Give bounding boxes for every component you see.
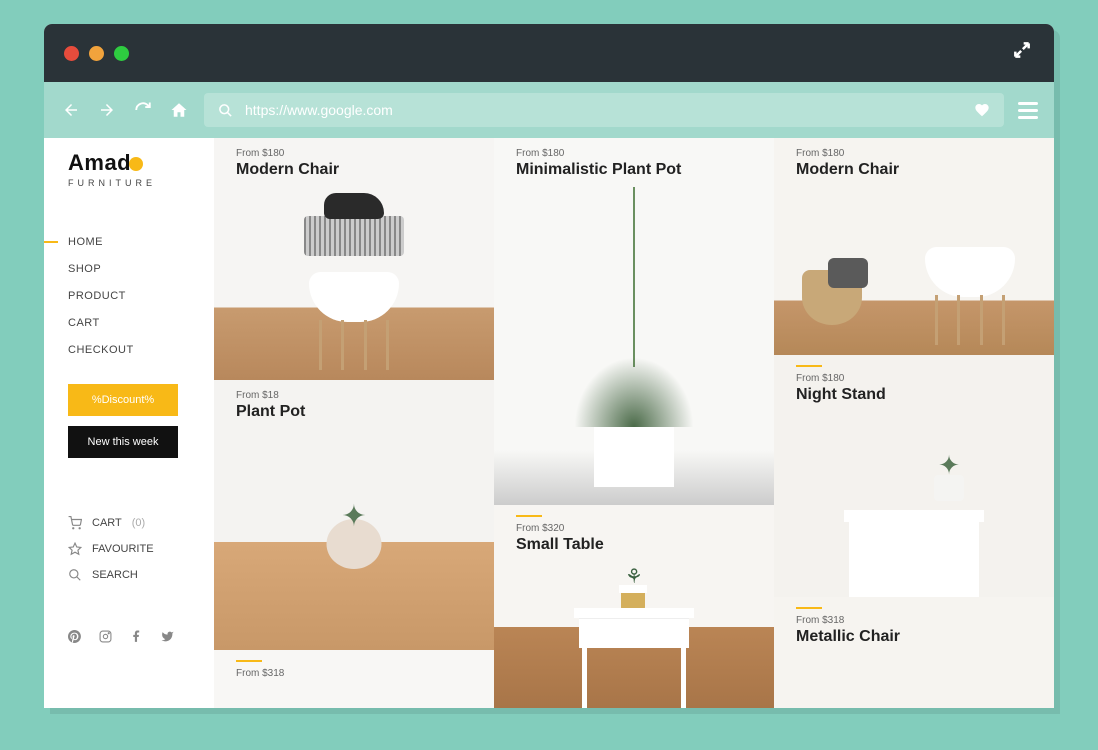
product-image — [574, 187, 694, 487]
product-price: From $180 — [236, 148, 478, 159]
util-cart-count: (0) — [132, 517, 145, 529]
product-image: ✦ — [844, 510, 984, 597]
product-price: From $180 — [796, 373, 1038, 384]
nav-item-product[interactable]: PRODUCT — [68, 290, 198, 302]
main-nav: HOME SHOP PRODUCT CART CHECKOUT — [68, 236, 198, 356]
util-favourite-label: FAVOURITE — [92, 543, 154, 555]
brand-subtitle: FURNITURE — [68, 178, 198, 188]
product-card[interactable]: From $180 Modern Chair — [214, 138, 494, 380]
active-nav-marker — [44, 241, 58, 243]
util-favourite[interactable]: FAVOURITE — [68, 542, 198, 556]
url-text: https://www.google.com — [245, 102, 962, 118]
product-image: ⚘ — [621, 564, 647, 613]
product-price: From $318 — [796, 615, 1038, 626]
util-cart-label: CART — [92, 517, 122, 529]
forward-button[interactable] — [96, 99, 118, 121]
product-card[interactable]: From $180 Minimalistic Plant Pot — [494, 138, 774, 505]
brand-dot-icon — [129, 157, 143, 171]
nav-item-home[interactable]: HOME — [68, 236, 198, 248]
product-image — [574, 608, 694, 708]
favorite-icon[interactable] — [974, 102, 990, 118]
product-title: Metallic Chair — [796, 628, 1038, 646]
grid-column-1: From $180 Modern Chair From $18 Plant Po… — [214, 138, 494, 708]
twitter-icon[interactable] — [161, 630, 174, 648]
reload-button[interactable] — [132, 99, 154, 121]
pinterest-icon[interactable] — [68, 630, 81, 648]
product-image: ✦ — [327, 519, 382, 569]
product-title: Modern Chair — [796, 161, 1038, 179]
window-title-bar — [44, 24, 1054, 82]
window-controls — [64, 46, 129, 61]
brand-logo[interactable]: Amad FURNITURE — [68, 150, 198, 188]
maximize-button[interactable] — [114, 46, 129, 61]
brand-name: Amad — [68, 150, 131, 175]
product-title: Night Stand — [796, 386, 1038, 404]
back-button[interactable] — [60, 99, 82, 121]
facebook-icon[interactable] — [130, 630, 143, 648]
util-cart[interactable]: CART (0) — [68, 516, 198, 530]
product-card[interactable]: From $318 — [214, 650, 494, 708]
product-card[interactable]: From $320 Small Table ⚘ — [494, 505, 774, 708]
search-icon — [218, 103, 233, 118]
card-accent — [236, 660, 262, 662]
product-price: From $320 — [516, 523, 758, 534]
sidebar: Amad FURNITURE HOME SHOP PRODUCT CART CH… — [44, 138, 214, 708]
url-bar[interactable]: https://www.google.com — [204, 93, 1004, 127]
browser-window: https://www.google.com Amad FURNITURE HO… — [44, 24, 1054, 708]
close-button[interactable] — [64, 46, 79, 61]
product-title: Small Table — [516, 536, 758, 554]
product-image — [324, 193, 384, 219]
util-search[interactable]: SEARCH — [68, 568, 198, 582]
star-icon — [68, 542, 82, 556]
product-image — [304, 216, 404, 256]
nav-item-shop[interactable]: SHOP — [68, 263, 198, 275]
product-card[interactable]: From $18 Plant Pot ✦ — [214, 380, 494, 651]
search-icon — [68, 568, 82, 582]
product-card[interactable]: From $318 Metallic Chair — [774, 597, 1054, 708]
nav-item-checkout[interactable]: CHECKOUT — [68, 344, 198, 356]
product-price: From $180 — [516, 148, 758, 159]
social-links — [68, 630, 198, 648]
product-image — [802, 270, 862, 325]
product-title: Modern Chair — [236, 161, 478, 179]
product-price: From $318 — [236, 668, 478, 679]
product-price: From $18 — [236, 390, 478, 401]
product-card[interactable]: From $180 Modern Chair — [774, 138, 1054, 355]
fullscreen-icon[interactable] — [1012, 40, 1032, 66]
home-button[interactable] — [168, 99, 190, 121]
product-title: Plant Pot — [236, 403, 478, 421]
cart-icon — [68, 516, 82, 530]
instagram-icon[interactable] — [99, 630, 112, 648]
menu-button[interactable] — [1018, 102, 1038, 119]
card-accent — [516, 515, 542, 517]
product-card[interactable]: From $180 Night Stand ✦ — [774, 355, 1054, 597]
product-image — [925, 247, 1015, 345]
util-search-label: SEARCH — [92, 569, 138, 581]
discount-button[interactable]: %Discount% — [68, 384, 178, 416]
product-image — [309, 272, 399, 370]
browser-toolbar: https://www.google.com — [44, 82, 1054, 138]
card-accent — [796, 607, 822, 609]
card-accent — [796, 365, 822, 367]
grid-column-2: From $180 Minimalistic Plant Pot From $3… — [494, 138, 774, 708]
product-title: Minimalistic Plant Pot — [516, 161, 758, 179]
product-grid: From $180 Modern Chair From $18 Plant Po… — [214, 138, 1054, 708]
grid-column-3: From $180 Modern Chair From $180 — [774, 138, 1054, 708]
product-price: From $180 — [796, 148, 1038, 159]
new-this-week-button[interactable]: New this week — [68, 426, 178, 458]
page-content: Amad FURNITURE HOME SHOP PRODUCT CART CH… — [44, 138, 1054, 708]
utility-nav: CART (0) FAVOURITE SEARCH — [68, 516, 198, 582]
minimize-button[interactable] — [89, 46, 104, 61]
nav-item-cart[interactable]: CART — [68, 317, 198, 329]
